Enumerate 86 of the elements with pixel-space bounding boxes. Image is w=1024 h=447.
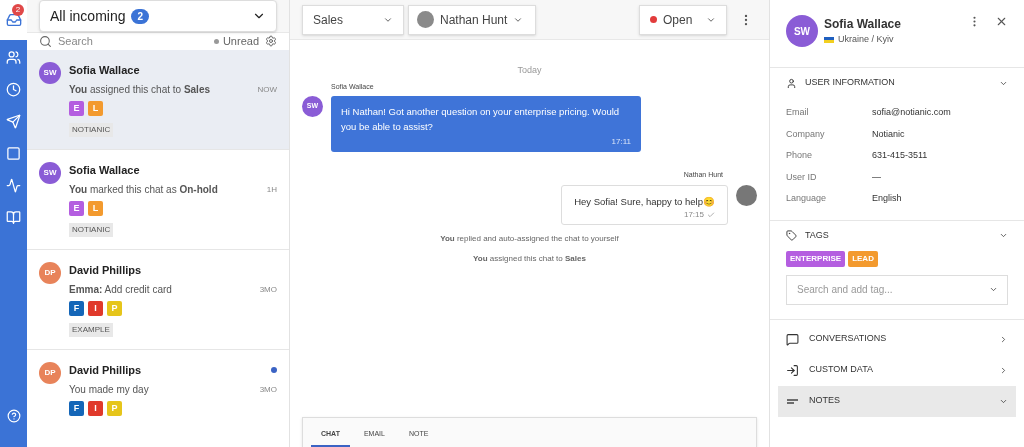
field-value: —: [872, 170, 881, 184]
flag-icon: [824, 36, 834, 43]
chat-icon: [786, 332, 799, 346]
field-value: Notianic: [872, 127, 905, 141]
help-icon[interactable]: [6, 409, 21, 423]
message-bubble: Hey Sofia! Sure, happy to help😊 17:15: [561, 184, 728, 225]
unread-filter[interactable]: Unread: [213, 33, 259, 50]
field-label: Company: [786, 127, 826, 141]
contact-name: David Phillips: [69, 362, 142, 378]
chevron-icon: [999, 334, 1008, 344]
book-icon[interactable]: [6, 210, 21, 225]
activity-icon[interactable]: [6, 178, 21, 193]
system-message: You assigned this chat to Sales: [473, 252, 586, 265]
contact-avatar: SW: [786, 15, 818, 47]
agent-avatar: [736, 184, 757, 206]
close-icon[interactable]: [995, 15, 1008, 28]
tag-chip: P: [107, 401, 122, 416]
avatar: SW: [39, 161, 61, 184]
section-title: USER INFORMATION: [805, 76, 895, 90]
user-icon: [786, 77, 797, 89]
notification-badge: 2: [12, 4, 24, 16]
check-icon: [707, 210, 715, 219]
tag-chip: P: [107, 301, 122, 316]
tag-search-field[interactable]: Search and add tag...: [786, 274, 1008, 305]
tag-chip: I: [88, 401, 103, 416]
users-icon[interactable]: [6, 50, 21, 65]
message-preview: You made my day: [69, 383, 149, 397]
screen-icon[interactable]: [6, 146, 21, 161]
tag-chip: E: [69, 201, 84, 216]
field-label: Language: [786, 192, 828, 205]
tag-icon: [786, 230, 797, 241]
timestamp: 1H: [266, 183, 277, 196]
tag-chip: F: [69, 301, 84, 316]
field-label: Email: [786, 106, 810, 119]
timestamp: NOW: [257, 83, 277, 96]
tag-chip: I: [88, 301, 103, 316]
date-divider: Today: [517, 64, 542, 77]
contact-name: Sofia Wallace: [824, 16, 902, 33]
company-label: NOTIANIC: [69, 123, 114, 137]
message-bubble: Hi Nathan! Got another question on your enterprise pricing. Would you be able to assist? 17:11: [331, 96, 641, 152]
timestamp: 3MO: [259, 383, 277, 396]
clock-icon[interactable]: [6, 82, 21, 97]
settings-icon[interactable]: [265, 35, 277, 48]
field-label: User ID: [786, 170, 818, 184]
tag-chip: LEAD: [848, 250, 878, 267]
message-preview: Emma: Add credit card: [69, 283, 172, 297]
field-value: sofia@notianic.com: [872, 106, 951, 119]
avatar: DP: [39, 361, 61, 384]
section-row[interactable]: CUSTOM DATA: [778, 354, 1016, 386]
message-preview: You assigned this chat to Sales: [69, 83, 211, 97]
team-dropdown[interactable]: Sales: [302, 4, 404, 35]
tag-chip: ENTERPRISE: [786, 250, 846, 267]
search-field[interactable]: Search: [58, 33, 208, 50]
import-icon: [786, 363, 799, 377]
inbox-dropdown[interactable]: All incoming 2: [39, 0, 277, 32]
contact-name: Sofia Wallace: [69, 62, 140, 78]
section-title: TAGS: [805, 228, 829, 242]
field-label: Phone: [786, 149, 814, 162]
lines-icon: [787, 398, 798, 404]
search-icon: [39, 34, 52, 48]
company-label: EXAMPLE: [69, 323, 113, 337]
contact-name: David Phillips: [69, 262, 142, 278]
field-value: 631-415-3511: [872, 149, 928, 162]
conversation-item[interactable]: SW Sofia Wallace You assigned this chat to Sales NOW E L NOTIANIC: [27, 49, 289, 150]
section-row[interactable]: NOTES: [778, 385, 1016, 417]
section-row[interactable]: CONVERSATIONS: [778, 323, 1016, 355]
chevron-icon: [999, 365, 1008, 375]
send-icon[interactable]: [6, 114, 21, 129]
avatar: DP: [39, 261, 61, 284]
company-label: NOTIANIC: [69, 223, 114, 237]
field-value: English: [872, 192, 902, 205]
tag-chip: F: [69, 401, 84, 416]
message-preview: You marked this chat as On-hold: [69, 183, 218, 197]
chevron-icon[interactable]: [999, 231, 1008, 240]
tag-chip: L: [88, 201, 103, 216]
inbox-icon[interactable]: [5, 12, 22, 28]
agent-dropdown[interactable]: Nathan Hunt: [408, 4, 536, 35]
status-dropdown[interactable]: Open: [639, 4, 727, 35]
avatar: SW: [39, 61, 61, 84]
contact-name: Sofia Wallace: [69, 162, 140, 178]
tag-chip: L: [88, 101, 103, 116]
system-message: You replied and auto-assigned the chat to yourself: [440, 232, 619, 245]
agent-avatar: [417, 11, 434, 28]
tag-chip: E: [69, 101, 84, 116]
contact-location: Ukraine / Kyiv: [838, 33, 894, 46]
timestamp: 3MO: [259, 283, 277, 296]
